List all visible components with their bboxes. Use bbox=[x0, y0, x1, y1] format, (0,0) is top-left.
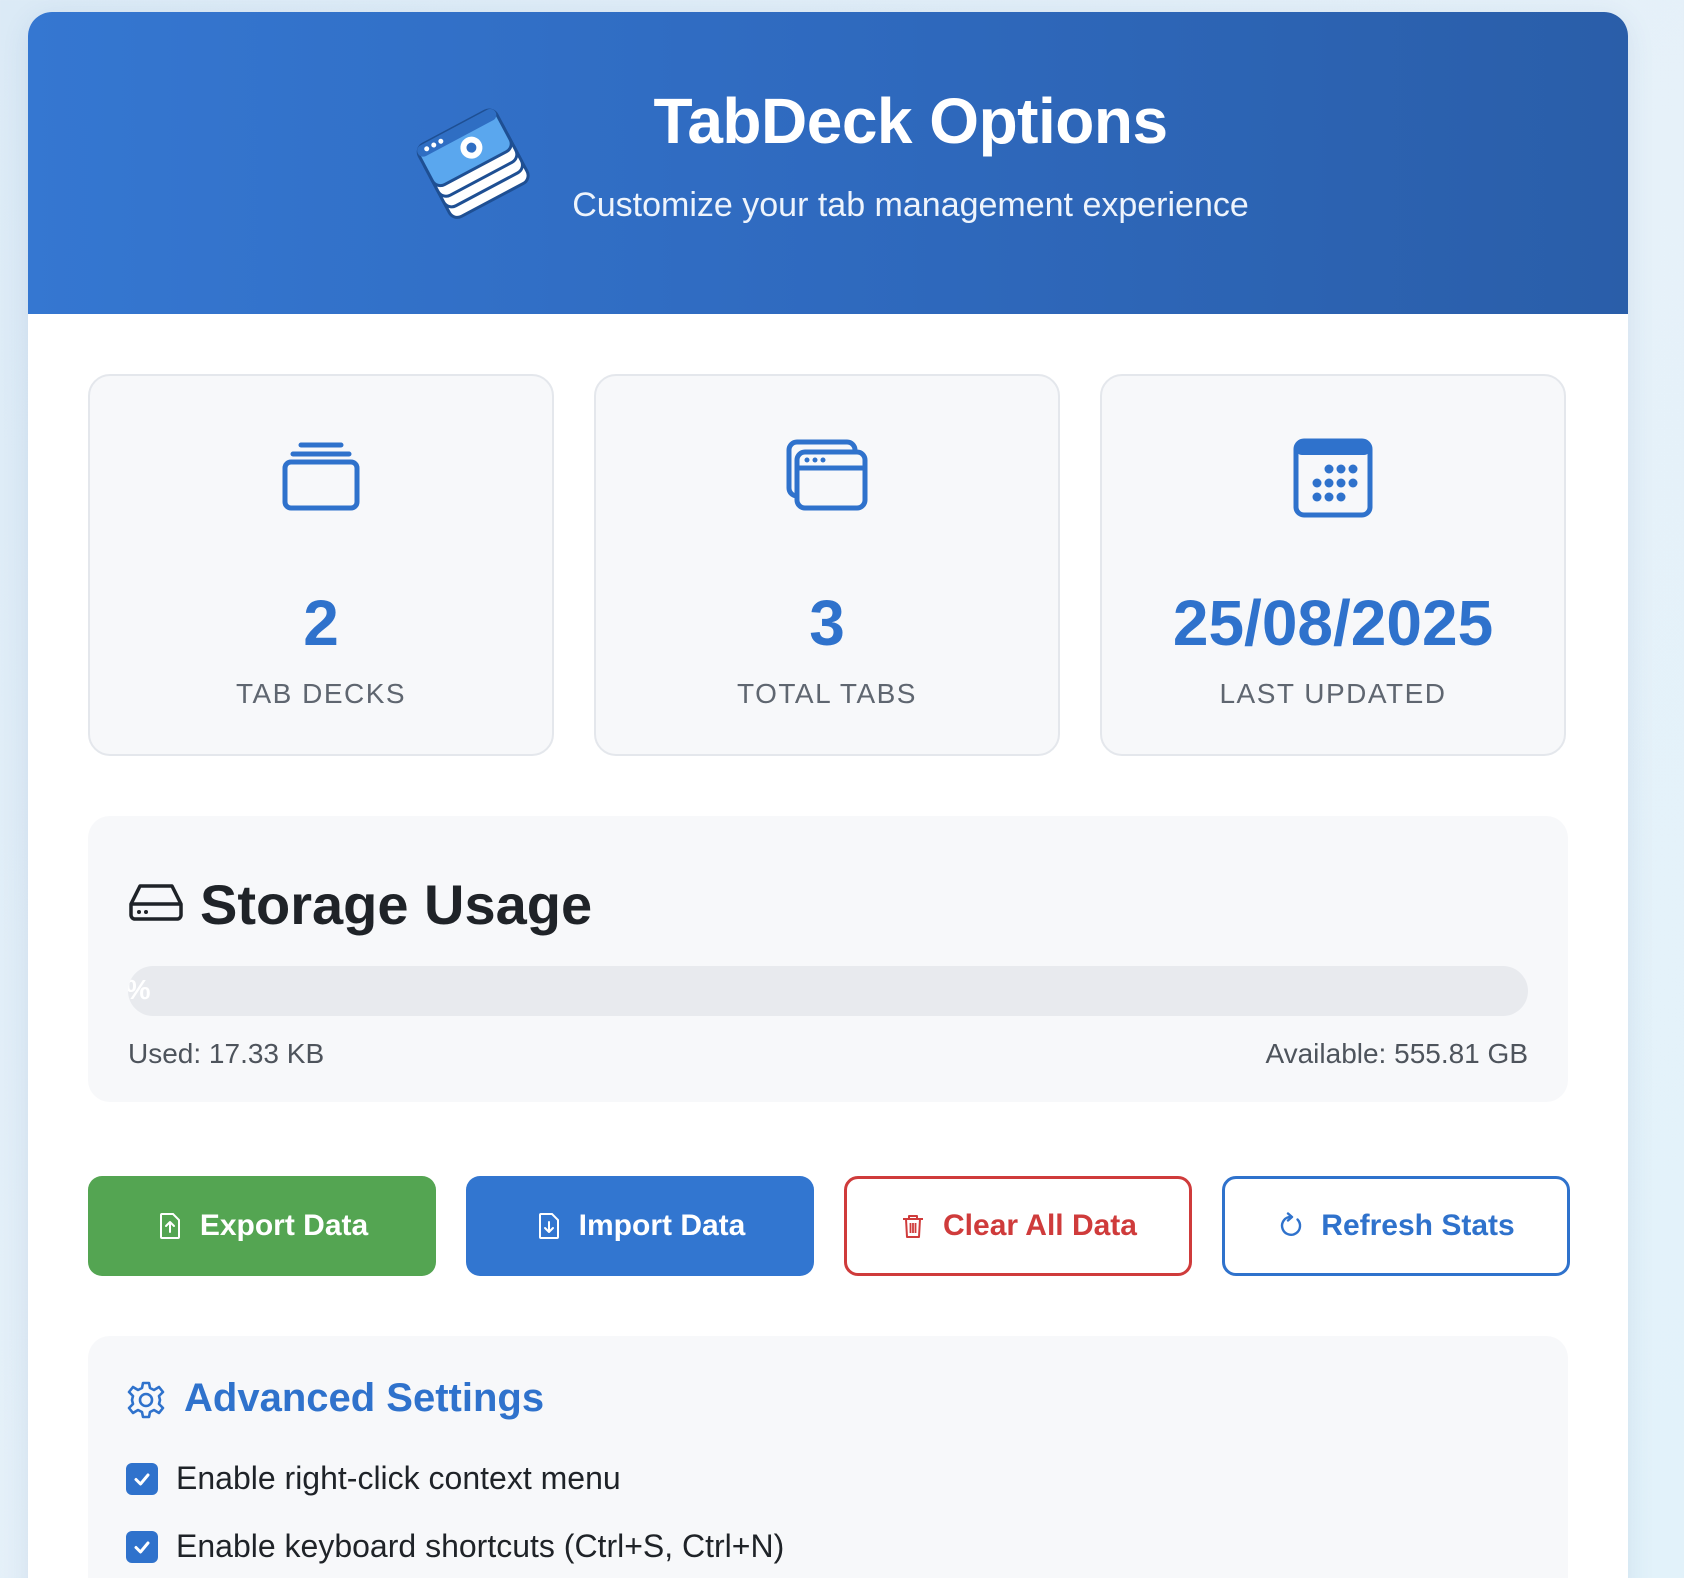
header: TabDeck Options Customize your tab manag… bbox=[28, 12, 1628, 314]
storage-used: Used: 17.33 KB bbox=[128, 1038, 325, 1069]
option-keyboard-shortcuts[interactable]: Enable keyboard shortcuts (Ctrl+S, Ctrl+… bbox=[126, 1528, 784, 1565]
stat-value-total-tabs: 3 bbox=[809, 587, 845, 659]
context-menu-checkbox[interactable] bbox=[126, 1462, 158, 1495]
stat-card-total-tabs: 3 TOTAL TABS bbox=[594, 374, 1060, 756]
refresh-icon bbox=[1281, 1212, 1302, 1236]
checkmark-icon bbox=[134, 1541, 150, 1553]
clear-all-data-label: Clear All Data bbox=[943, 1209, 1137, 1242]
stat-value-tab-decks: 2 bbox=[303, 587, 339, 659]
import-data-label: Import Data bbox=[578, 1209, 746, 1242]
trash-icon bbox=[903, 1215, 924, 1238]
storage-available: Available: 555.81 GB bbox=[1265, 1038, 1528, 1069]
options-card: TabDeck Options Customize your tab manag… bbox=[28, 12, 1628, 1578]
refresh-stats-label: Refresh Stats bbox=[1321, 1209, 1515, 1242]
option-context-menu[interactable]: Enable right-click context menu bbox=[126, 1460, 621, 1497]
export-data-button[interactable]: Export Data bbox=[88, 1176, 436, 1276]
stat-label-total-tabs: TOTAL TABS bbox=[737, 678, 917, 709]
refresh-stats-button[interactable]: Refresh Stats bbox=[1222, 1176, 1570, 1276]
export-data-label: Export Data bbox=[199, 1209, 369, 1242]
storage-title: Storage Usage bbox=[200, 873, 593, 936]
stat-label-tab-decks: TAB DECKS bbox=[235, 678, 407, 709]
page-title: TabDeck Options bbox=[653, 85, 1168, 157]
context-menu-label: Enable right-click context menu bbox=[176, 1460, 621, 1496]
actions-row: Export Data Import Data Clear All Data R… bbox=[88, 1176, 1570, 1276]
browser-window-icon bbox=[786, 439, 868, 511]
page-subtitle: Customize your tab management experience bbox=[572, 186, 1249, 224]
gear-icon bbox=[127, 1381, 165, 1419]
stat-value-last-updated: 25/08/2025 bbox=[1172, 587, 1494, 659]
advanced-settings-section: Advanced Settings Enable right-click con… bbox=[88, 1336, 1568, 1578]
storage-progress-text: 0% bbox=[128, 974, 151, 1005]
file-export-icon bbox=[159, 1213, 180, 1239]
import-data-button[interactable]: Import Data bbox=[466, 1176, 814, 1276]
checkmark-icon bbox=[134, 1473, 150, 1485]
storage-section: Storage Usage 0% Used: 17.33 KB Availabl… bbox=[88, 816, 1568, 1102]
file-import-icon bbox=[538, 1213, 559, 1239]
stats-row: 2 TAB DECKS 3 TOTAL TABS 25/08/2025 LAST… bbox=[88, 374, 1566, 756]
stat-card-tab-decks: 2 TAB DECKS bbox=[88, 374, 554, 756]
stat-card-last-updated: 25/08/2025 LAST UPDATED bbox=[1100, 374, 1566, 756]
calendar-icon bbox=[1293, 438, 1373, 518]
keyboard-shortcuts-checkbox[interactable] bbox=[126, 1530, 158, 1563]
hard-drive-icon bbox=[129, 884, 183, 921]
stat-label-last-updated: LAST UPDATED bbox=[1219, 678, 1447, 709]
keyboard-shortcuts-label: Enable keyboard shortcuts (Ctrl+S, Ctrl+… bbox=[176, 1528, 785, 1564]
advanced-settings-title: Advanced Settings bbox=[184, 1376, 545, 1420]
stack-icon bbox=[282, 442, 360, 511]
storage-progress-bar: 0% bbox=[128, 966, 1528, 1016]
clear-all-data-button[interactable]: Clear All Data bbox=[844, 1176, 1192, 1276]
